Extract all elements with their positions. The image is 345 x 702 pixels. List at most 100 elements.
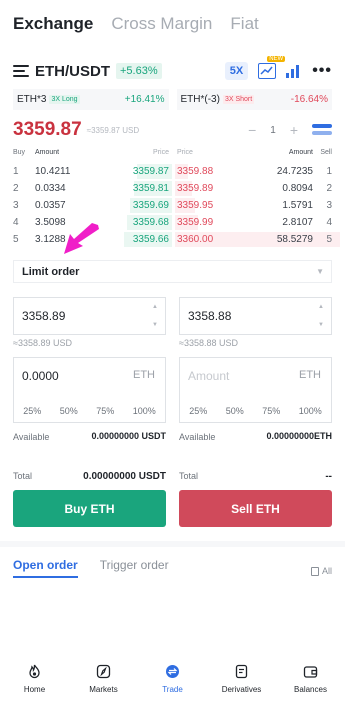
buy-percent-100[interactable]: 100%: [133, 406, 156, 416]
buy-amount-input[interactable]: 0.0000: [22, 369, 59, 383]
trade-icon: [166, 665, 179, 678]
pair-change-badge: +5.63%: [116, 63, 162, 79]
ask-amount: 24.7235: [276, 166, 313, 177]
nav-markets[interactable]: Markets: [69, 655, 138, 702]
header-sell: Sell: [320, 149, 332, 156]
orderbook-layout-icon[interactable]: [312, 123, 332, 137]
etf-short[interactable]: ETH*(-3) 3X Short -16.64%: [176, 89, 332, 110]
order-tabs: Open order Trigger order All: [13, 558, 332, 584]
nav-trade-label: Trade: [162, 685, 183, 694]
header-price-bid: Price: [153, 149, 169, 156]
pair-name[interactable]: ETH/USDT: [35, 63, 110, 80]
nav-home[interactable]: Home: [0, 655, 69, 702]
bid-amount: 10.4211: [35, 166, 71, 177]
sell-amount-unit: ETH: [299, 369, 321, 381]
bid-amount: 0.0357: [35, 200, 66, 211]
buy-percent-25[interactable]: 25%: [23, 406, 41, 416]
etf-short-name: ETH*(-3): [180, 94, 220, 105]
orderbook-row[interactable]: 1 10.4211 3359.87 3359.88 24.7235 1: [13, 163, 332, 180]
wallet-icon: [303, 666, 318, 678]
nav-derivatives[interactable]: Derivatives: [207, 655, 276, 702]
flame-icon: [29, 664, 40, 679]
buy-percent-50[interactable]: 50%: [60, 406, 78, 416]
sell-percent-75[interactable]: 75%: [262, 406, 280, 416]
last-price-row: 3359.87 ≈3359.87 USD − 1 +: [13, 118, 332, 142]
sell-amount-input[interactable]: Amount: [188, 369, 229, 383]
ask-amount: 2.8107: [282, 217, 313, 228]
etf-long-change: +16.41%: [124, 94, 165, 105]
sell-price-stepper[interactable]: ▲ ▼: [311, 298, 331, 334]
all-orders-button[interactable]: All: [310, 558, 332, 584]
sell-price-input[interactable]: 3358.88 ▲ ▼: [179, 297, 332, 335]
tab-fiat[interactable]: Fiat: [230, 14, 258, 34]
etf-short-tag: 3X Short: [222, 95, 255, 104]
orderbook-row[interactable]: 2 0.0334 3359.81 3359.89 0.8094 2: [13, 180, 332, 197]
precision-plus-button[interactable]: +: [290, 122, 298, 138]
ask-price: 3359.89: [177, 183, 214, 194]
all-orders-label: All: [321, 566, 332, 576]
sell-available-label: Available: [179, 432, 216, 442]
sell-button[interactable]: Sell ETH: [179, 490, 332, 527]
sell-total-value: --: [325, 471, 332, 482]
buy-percent-75[interactable]: 75%: [96, 406, 114, 416]
buy-price-stepper[interactable]: ▲ ▼: [145, 298, 165, 334]
sell-percent-100[interactable]: 100%: [299, 406, 322, 416]
ask-level: 5: [326, 234, 332, 245]
nav-balances-label: Balances: [294, 685, 327, 694]
nav-balances[interactable]: Balances: [276, 655, 345, 702]
bid-level: 5: [13, 234, 19, 245]
buy-price-usd: ≈3358.89 USD: [13, 338, 72, 348]
buy-price-input[interactable]: 3358.89 ▲ ▼: [13, 297, 166, 335]
nav-markets-label: Markets: [89, 685, 118, 694]
menu-icon[interactable]: [13, 65, 29, 77]
new-badge: NEW: [267, 56, 286, 62]
bottom-nav: Home Markets Trade Derivatives Balances: [0, 655, 345, 702]
ask-price: 3360.00: [177, 234, 214, 245]
sell-percent-25[interactable]: 25%: [189, 406, 207, 416]
etf-long-name: ETH*3: [17, 94, 47, 105]
leverage-button[interactable]: 5X: [224, 62, 249, 80]
ask-price: 3359.95: [177, 200, 214, 211]
sell-total: Total --: [179, 471, 332, 482]
bid-level: 4: [13, 217, 19, 228]
tab-exchange[interactable]: Exchange: [13, 14, 93, 34]
buy-amount-unit: ETH: [133, 369, 155, 381]
tab-trigger-order[interactable]: Trigger order: [100, 558, 169, 584]
etf-long[interactable]: ETH*3 3X Long +16.41%: [13, 89, 169, 110]
section-divider: [0, 541, 345, 547]
bid-level: 2: [13, 183, 19, 194]
buy-button[interactable]: Buy ETH: [13, 490, 166, 527]
sell-percent-50[interactable]: 50%: [226, 406, 244, 416]
ask-level: 2: [326, 183, 332, 194]
ask-amount: 58.5279: [276, 234, 313, 245]
etf-long-tag: 3X Long: [49, 95, 80, 104]
bid-level: 1: [13, 166, 19, 177]
pair-actions: 5X NEW •••: [224, 56, 332, 80]
nav-derivatives-label: Derivatives: [221, 685, 262, 694]
sell-percent-row: 25% 50% 75% 100%: [180, 406, 331, 416]
nav-trade[interactable]: Trade: [138, 655, 207, 702]
top-tabs: Exchange Cross Margin Fiat: [13, 14, 259, 34]
chart-icon[interactable]: NEW: [258, 56, 286, 79]
sell-available: Available 0.00000000ETH: [179, 431, 332, 443]
order-type-select[interactable]: Limit order ▼: [13, 260, 332, 283]
buy-total: Total 0.00000000 USDT: [13, 471, 166, 482]
buy-available-label: Available: [13, 432, 50, 442]
ask-price: 3359.88: [177, 166, 214, 177]
order-type-value: Limit order: [22, 265, 80, 278]
last-price: 3359.87: [13, 119, 82, 140]
chevron-down-icon: ▼: [316, 267, 324, 276]
pair-bar: ETH/USDT +5.63% 5X NEW •••: [13, 56, 332, 82]
nav-home-label: Home: [23, 685, 46, 694]
buy-available: Available 0.00000000 USDT: [13, 431, 166, 443]
tab-open-order[interactable]: Open order: [13, 558, 78, 578]
precision-minus-button[interactable]: −: [248, 122, 256, 138]
depth-chart-icon[interactable]: [286, 64, 302, 78]
ask-level: 4: [326, 217, 332, 228]
more-icon[interactable]: •••: [312, 62, 332, 80]
orderbook-row[interactable]: 3 0.0357 3359.69 3359.95 1.5791 3: [13, 197, 332, 214]
tab-cross-margin[interactable]: Cross Margin: [111, 14, 212, 34]
buy-total-value: 0.00000000 USDT: [83, 471, 166, 482]
header-amount-bid: Amount: [35, 149, 60, 156]
bid-price: 3359.87: [132, 166, 169, 177]
